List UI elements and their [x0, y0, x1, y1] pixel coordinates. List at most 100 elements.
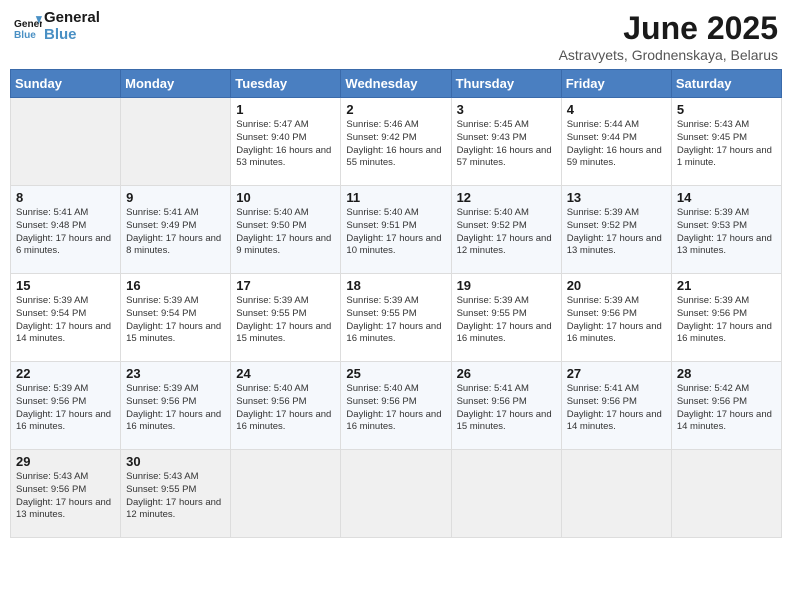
calendar-cell: 27 Sunrise: 5:41 AMSunset: 9:56 PMDaylig… — [561, 362, 671, 450]
logo-line1: General — [44, 10, 100, 27]
day-number: 21 — [677, 278, 776, 293]
calendar-cell: 19 Sunrise: 5:39 AMSunset: 9:55 PMDaylig… — [451, 274, 561, 362]
day-number: 2 — [346, 102, 445, 117]
calendar-table: SundayMondayTuesdayWednesdayThursdayFrid… — [10, 69, 782, 538]
day-info: Sunrise: 5:40 AMSunset: 9:52 PMDaylight:… — [457, 207, 552, 256]
day-info: Sunrise: 5:40 AMSunset: 9:56 PMDaylight:… — [236, 383, 331, 432]
day-info: Sunrise: 5:41 AMSunset: 9:49 PMDaylight:… — [126, 207, 221, 256]
week-row-5: 29 Sunrise: 5:43 AMSunset: 9:56 PMDaylig… — [11, 450, 782, 538]
day-info: Sunrise: 5:39 AMSunset: 9:54 PMDaylight:… — [16, 295, 111, 344]
calendar-cell: 13 Sunrise: 5:39 AMSunset: 9:52 PMDaylig… — [561, 186, 671, 274]
weekday-header-wednesday: Wednesday — [341, 70, 451, 98]
day-number: 5 — [677, 102, 776, 117]
calendar-cell: 1 Sunrise: 5:47 AMSunset: 9:40 PMDayligh… — [231, 98, 341, 186]
calendar-cell: 22 Sunrise: 5:39 AMSunset: 9:56 PMDaylig… — [11, 362, 121, 450]
day-info: Sunrise: 5:41 AMSunset: 9:48 PMDaylight:… — [16, 207, 111, 256]
calendar-header-row: SundayMondayTuesdayWednesdayThursdayFrid… — [11, 70, 782, 98]
day-number: 3 — [457, 102, 556, 117]
day-number: 30 — [126, 454, 225, 469]
day-info: Sunrise: 5:43 AMSunset: 9:56 PMDaylight:… — [16, 471, 111, 520]
day-info: Sunrise: 5:39 AMSunset: 9:55 PMDaylight:… — [457, 295, 552, 344]
title-area: June 2025 Astravyets, Grodnenskaya, Bela… — [559, 10, 778, 63]
day-number: 18 — [346, 278, 445, 293]
calendar-cell: 2 Sunrise: 5:46 AMSunset: 9:42 PMDayligh… — [341, 98, 451, 186]
month-title: June 2025 — [559, 10, 778, 47]
calendar-cell: 10 Sunrise: 5:40 AMSunset: 9:50 PMDaylig… — [231, 186, 341, 274]
calendar-cell: 24 Sunrise: 5:40 AMSunset: 9:56 PMDaylig… — [231, 362, 341, 450]
calendar-cell: 14 Sunrise: 5:39 AMSunset: 9:53 PMDaylig… — [671, 186, 781, 274]
day-number: 1 — [236, 102, 335, 117]
day-number: 27 — [567, 366, 666, 381]
page-header: General Blue General Blue June 2025 Astr… — [10, 10, 782, 63]
calendar-cell: 20 Sunrise: 5:39 AMSunset: 9:56 PMDaylig… — [561, 274, 671, 362]
svg-text:Blue: Blue — [14, 29, 36, 40]
day-info: Sunrise: 5:39 AMSunset: 9:56 PMDaylight:… — [567, 295, 662, 344]
day-number: 25 — [346, 366, 445, 381]
calendar-cell: 8 Sunrise: 5:41 AMSunset: 9:48 PMDayligh… — [11, 186, 121, 274]
logo: General Blue General Blue — [14, 10, 100, 43]
location-subtitle: Astravyets, Grodnenskaya, Belarus — [559, 47, 778, 63]
calendar-cell: 17 Sunrise: 5:39 AMSunset: 9:55 PMDaylig… — [231, 274, 341, 362]
day-info: Sunrise: 5:42 AMSunset: 9:56 PMDaylight:… — [677, 383, 772, 432]
day-info: Sunrise: 5:39 AMSunset: 9:55 PMDaylight:… — [346, 295, 441, 344]
day-info: Sunrise: 5:39 AMSunset: 9:52 PMDaylight:… — [567, 207, 662, 256]
calendar-cell — [341, 450, 451, 538]
day-number: 17 — [236, 278, 335, 293]
calendar-cell — [561, 450, 671, 538]
calendar-cell: 3 Sunrise: 5:45 AMSunset: 9:43 PMDayligh… — [451, 98, 561, 186]
calendar-cell: 23 Sunrise: 5:39 AMSunset: 9:56 PMDaylig… — [121, 362, 231, 450]
day-info: Sunrise: 5:39 AMSunset: 9:56 PMDaylight:… — [126, 383, 221, 432]
calendar-cell: 4 Sunrise: 5:44 AMSunset: 9:44 PMDayligh… — [561, 98, 671, 186]
day-number: 11 — [346, 190, 445, 205]
calendar-cell — [451, 450, 561, 538]
weekday-header-tuesday: Tuesday — [231, 70, 341, 98]
week-row-4: 22 Sunrise: 5:39 AMSunset: 9:56 PMDaylig… — [11, 362, 782, 450]
calendar-cell: 18 Sunrise: 5:39 AMSunset: 9:55 PMDaylig… — [341, 274, 451, 362]
weekday-header-saturday: Saturday — [671, 70, 781, 98]
calendar-cell — [121, 98, 231, 186]
day-number: 26 — [457, 366, 556, 381]
day-number: 4 — [567, 102, 666, 117]
calendar-cell: 11 Sunrise: 5:40 AMSunset: 9:51 PMDaylig… — [341, 186, 451, 274]
weekday-header-sunday: Sunday — [11, 70, 121, 98]
week-row-2: 8 Sunrise: 5:41 AMSunset: 9:48 PMDayligh… — [11, 186, 782, 274]
calendar-cell: 29 Sunrise: 5:43 AMSunset: 9:56 PMDaylig… — [11, 450, 121, 538]
day-number: 9 — [126, 190, 225, 205]
day-info: Sunrise: 5:41 AMSunset: 9:56 PMDaylight:… — [457, 383, 552, 432]
day-number: 28 — [677, 366, 776, 381]
calendar-body: 1 Sunrise: 5:47 AMSunset: 9:40 PMDayligh… — [11, 98, 782, 538]
day-number: 15 — [16, 278, 115, 293]
day-number: 14 — [677, 190, 776, 205]
day-number: 24 — [236, 366, 335, 381]
day-info: Sunrise: 5:39 AMSunset: 9:56 PMDaylight:… — [16, 383, 111, 432]
week-row-1: 1 Sunrise: 5:47 AMSunset: 9:40 PMDayligh… — [11, 98, 782, 186]
logo-line2: Blue — [44, 27, 100, 44]
day-info: Sunrise: 5:46 AMSunset: 9:42 PMDaylight:… — [346, 119, 441, 168]
calendar-cell — [671, 450, 781, 538]
weekday-header-friday: Friday — [561, 70, 671, 98]
day-info: Sunrise: 5:43 AMSunset: 9:45 PMDaylight:… — [677, 119, 772, 168]
day-info: Sunrise: 5:39 AMSunset: 9:53 PMDaylight:… — [677, 207, 772, 256]
calendar-cell: 16 Sunrise: 5:39 AMSunset: 9:54 PMDaylig… — [121, 274, 231, 362]
day-info: Sunrise: 5:39 AMSunset: 9:54 PMDaylight:… — [126, 295, 221, 344]
week-row-3: 15 Sunrise: 5:39 AMSunset: 9:54 PMDaylig… — [11, 274, 782, 362]
day-info: Sunrise: 5:41 AMSunset: 9:56 PMDaylight:… — [567, 383, 662, 432]
day-number: 13 — [567, 190, 666, 205]
weekday-header-thursday: Thursday — [451, 70, 561, 98]
day-number: 23 — [126, 366, 225, 381]
calendar-cell: 21 Sunrise: 5:39 AMSunset: 9:56 PMDaylig… — [671, 274, 781, 362]
day-info: Sunrise: 5:39 AMSunset: 9:55 PMDaylight:… — [236, 295, 331, 344]
logo-icon: General Blue — [14, 13, 42, 41]
day-info: Sunrise: 5:47 AMSunset: 9:40 PMDaylight:… — [236, 119, 331, 168]
calendar-cell: 26 Sunrise: 5:41 AMSunset: 9:56 PMDaylig… — [451, 362, 561, 450]
day-info: Sunrise: 5:39 AMSunset: 9:56 PMDaylight:… — [677, 295, 772, 344]
calendar-cell: 9 Sunrise: 5:41 AMSunset: 9:49 PMDayligh… — [121, 186, 231, 274]
calendar-cell: 25 Sunrise: 5:40 AMSunset: 9:56 PMDaylig… — [341, 362, 451, 450]
day-info: Sunrise: 5:45 AMSunset: 9:43 PMDaylight:… — [457, 119, 552, 168]
day-number: 20 — [567, 278, 666, 293]
calendar-cell: 15 Sunrise: 5:39 AMSunset: 9:54 PMDaylig… — [11, 274, 121, 362]
calendar-cell: 28 Sunrise: 5:42 AMSunset: 9:56 PMDaylig… — [671, 362, 781, 450]
weekday-header-monday: Monday — [121, 70, 231, 98]
calendar-cell: 30 Sunrise: 5:43 AMSunset: 9:55 PMDaylig… — [121, 450, 231, 538]
day-number: 10 — [236, 190, 335, 205]
